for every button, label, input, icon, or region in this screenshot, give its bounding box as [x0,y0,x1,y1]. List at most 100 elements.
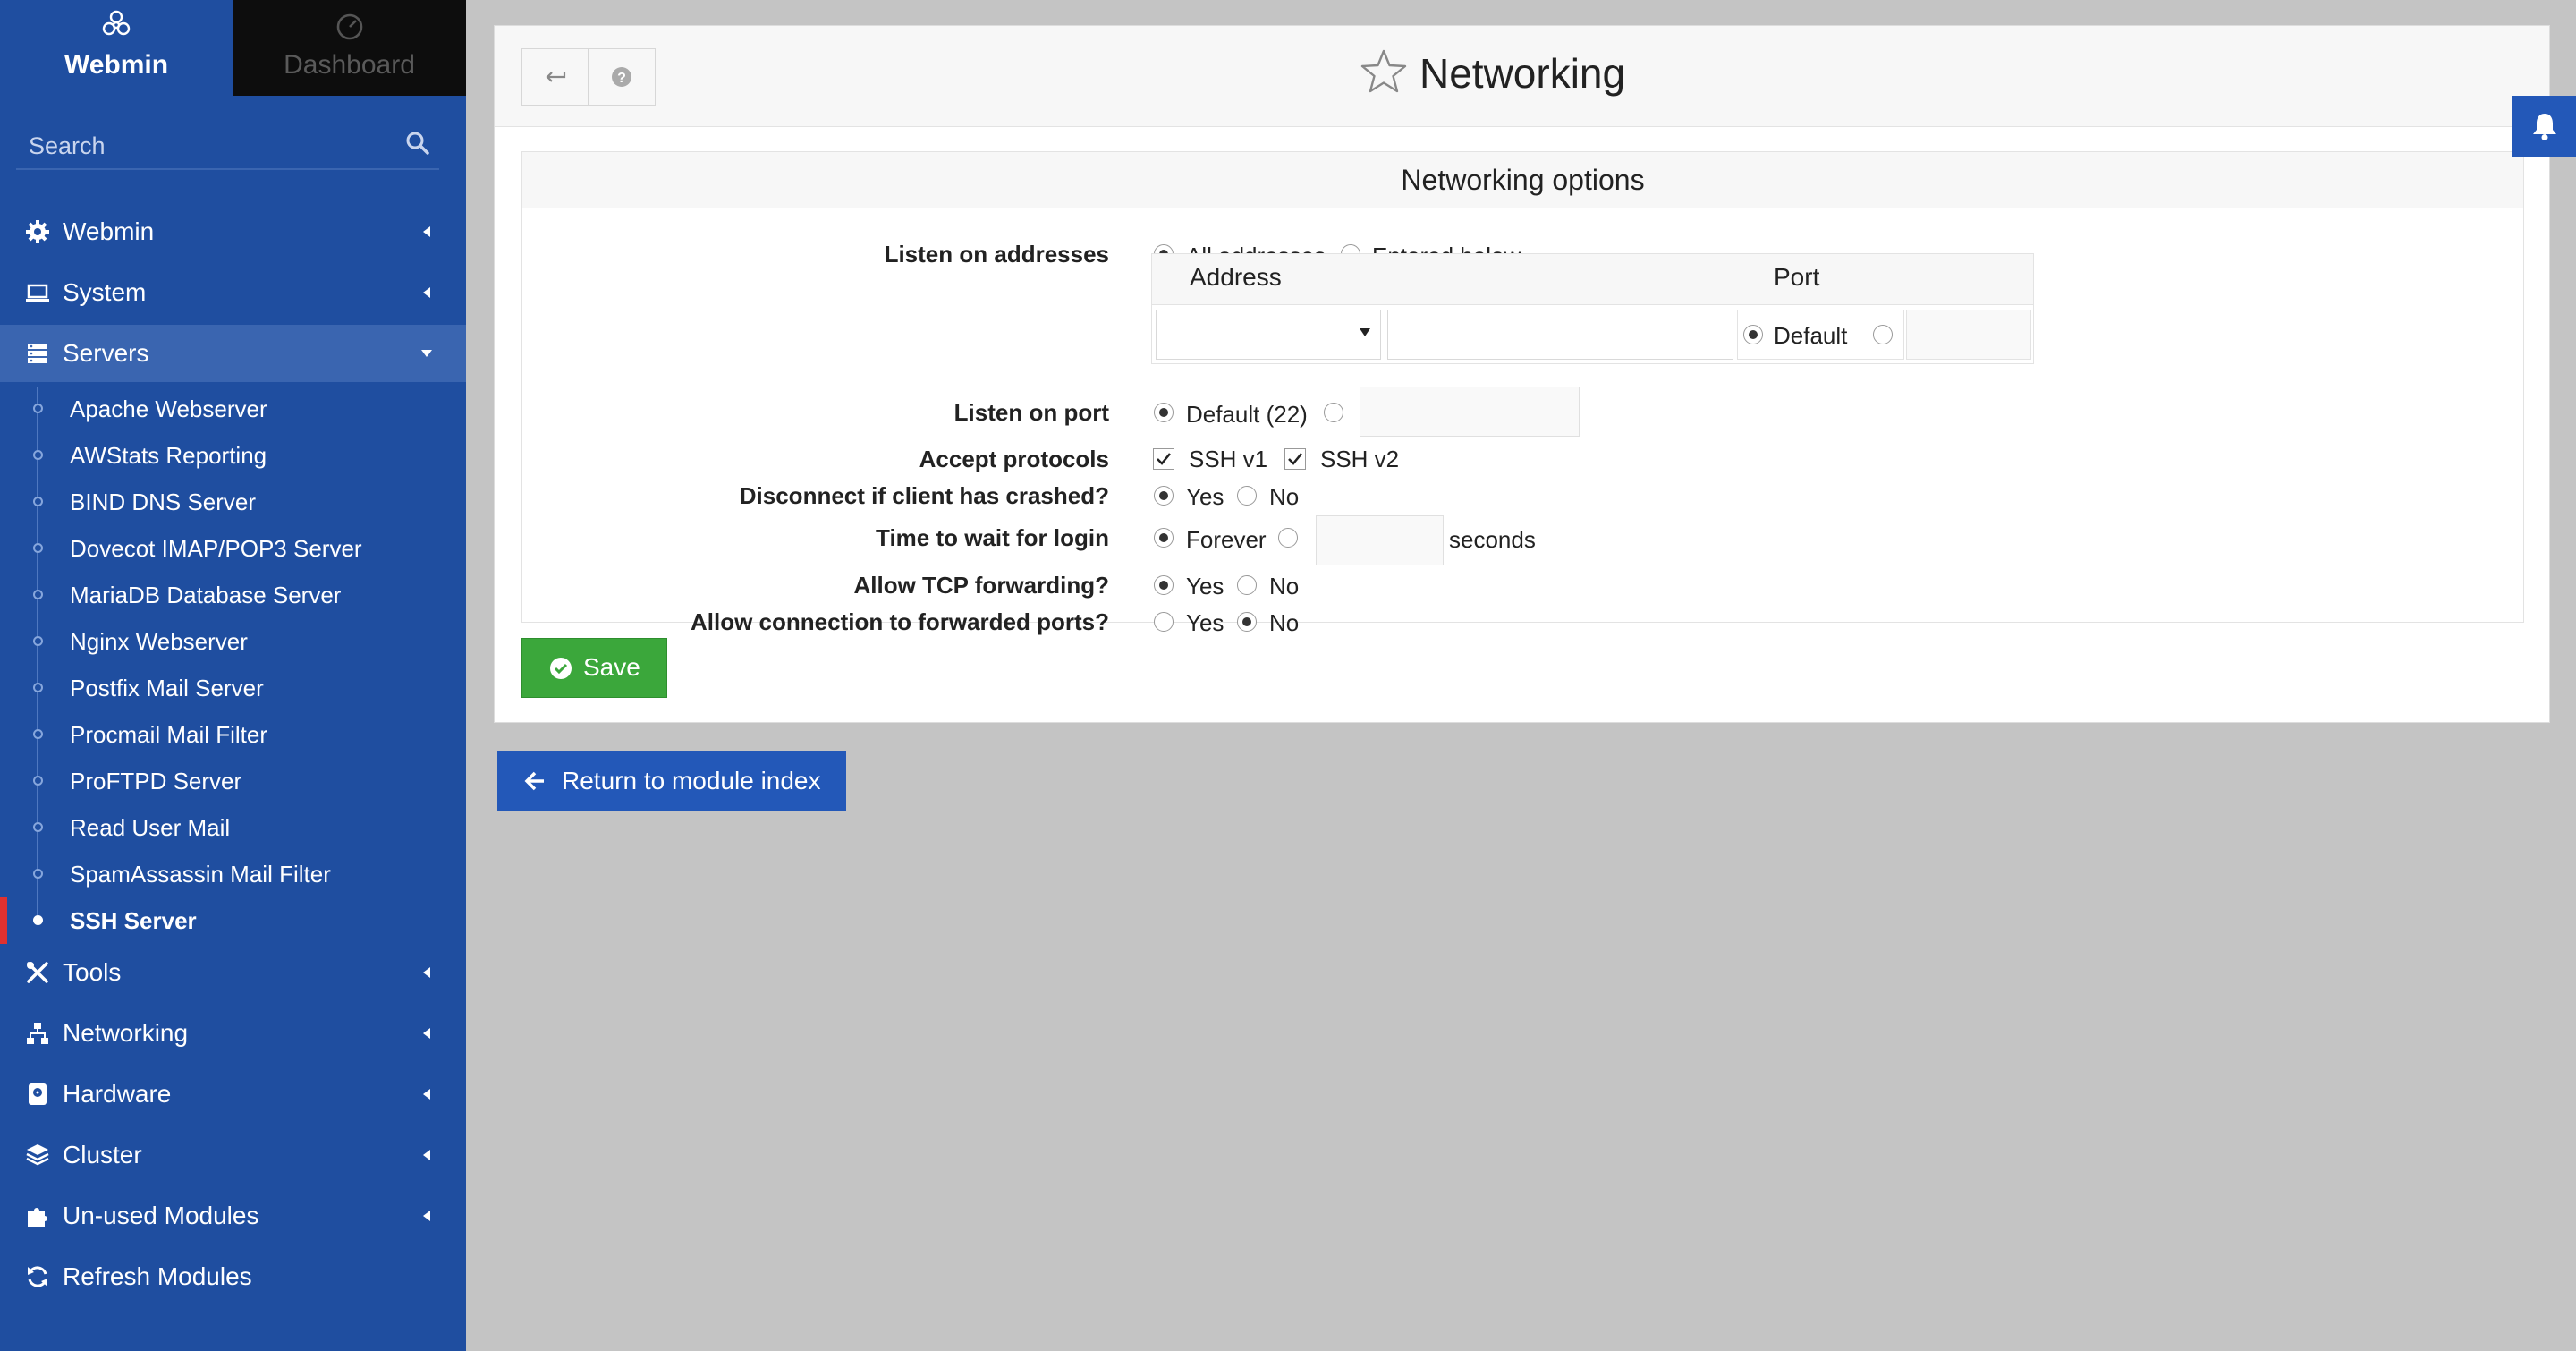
star-icon[interactable] [1359,47,1409,98]
tcp-forwarding-yes-radio[interactable] [1154,575,1174,595]
caret-left-icon [423,1150,430,1160]
login-wait-input[interactable] [1316,515,1444,565]
ssh-v1-text: SSH v1 [1189,446,1268,472]
sidebar-item-hardware[interactable]: Hardware [0,1066,466,1123]
save-button[interactable]: Save [521,638,667,698]
bullet-icon [33,497,43,506]
port-column-header: Port [1774,263,1820,291]
listen-addresses-label: Listen on addresses [884,241,1109,268]
bullet-icon [33,822,43,832]
search-input[interactable] [27,127,388,165]
webmin-logo-icon [102,10,131,36]
sidebar-item-cluster[interactable]: Cluster [0,1126,466,1184]
sidebar-item-unused-modules[interactable]: Un-used Modules [0,1187,466,1245]
sidebar-item-servers[interactable]: Servers [0,325,466,382]
bullet-icon [33,404,43,413]
sidebar-subitem-label: AWStats Reporting [70,442,267,469]
notifications-button[interactable] [2512,96,2576,157]
disconnect-no-radio[interactable] [1237,486,1257,506]
server-icon [28,344,47,363]
sidebar-subitem-label: SSH Server [70,907,197,934]
bullet-icon [33,450,43,460]
port-input[interactable] [1906,310,2031,360]
section-title: Networking options [522,152,2523,208]
port-default-text: Default [1774,322,1848,349]
help-button[interactable]: ? [588,48,656,106]
page-header: ? Networking [495,26,2549,127]
sidebar-subitem[interactable]: Nginx Webserver [0,617,466,664]
sidebar-subitem[interactable]: Read User Mail [0,803,466,850]
sidebar-subitem-label: Read User Mail [70,814,231,841]
login-wait-forever-radio[interactable] [1154,528,1174,548]
sidebar-item-tools[interactable]: Tools [0,944,466,1001]
dropdown-caret-icon [1360,328,1370,336]
forwarded-ports-no-radio[interactable] [1237,612,1257,632]
ssh-v2-checkbox[interactable] [1284,448,1306,470]
port-default-radio[interactable] [1743,325,1763,344]
forwarded-ports-no-text: No [1269,609,1300,636]
listen-port-default-text: Default (22) [1186,401,1308,428]
sidebar-search [16,122,439,170]
sidebar-item-system[interactable]: System [0,264,466,321]
sidebar-subitem[interactable]: Dovecot IMAP/POP3 Server [0,524,466,571]
tab-webmin-label: Webmin [64,50,169,80]
sidebar-item-label: Hardware [63,1080,172,1108]
network-icon [27,1023,48,1044]
login-wait-label: Time to wait for login [876,524,1109,551]
tcp-forwarding-no-radio[interactable] [1237,575,1257,595]
bullet-icon [33,590,43,599]
sidebar-subitem[interactable]: Apache Webserver [0,385,466,431]
sidebar-subitem-label: ProFTPD Server [70,768,242,794]
forwarded-ports-yes-radio[interactable] [1154,612,1174,632]
svg-text:?: ? [617,71,626,86]
puzzle-icon [28,1208,47,1227]
networking-options-section: Networking options Listen on addresses A… [521,151,2524,636]
sidebar-subitem-label: BIND DNS Server [70,489,257,515]
sidebar-item-label: Cluster [63,1141,142,1168]
sidebar-item-webmin[interactable]: Webmin [0,203,466,260]
return-button-label: Return to module index [562,767,821,794]
sidebar-subitem[interactable]: MariaDB Database Server [0,571,466,617]
login-wait-custom-radio[interactable] [1278,528,1298,548]
listen-port-input[interactable] [1360,387,1580,437]
sidebar-subitem-ssh-server[interactable]: SSH Server [0,896,466,943]
listen-port-default-radio[interactable] [1154,403,1174,422]
address-family-select[interactable] [1156,310,1381,360]
accept-protocols-label: Accept protocols [919,446,1109,472]
caret-left-icon [423,1028,430,1039]
gear-icon [26,220,49,243]
sidebar-subitem[interactable]: AWStats Reporting [0,431,466,478]
main-panel: ? Networking Networking options Listen o… [494,25,2550,723]
dashboard-gauge-icon [336,13,362,40]
tab-dashboard[interactable]: Dashboard [233,0,466,96]
sidebar-item-label: System [63,278,147,306]
sidebar-subitem-label: Postfix Mail Server [70,675,264,701]
bullet-icon [33,683,43,692]
search-icon[interactable] [405,131,430,156]
tab-webmin[interactable]: Webmin [0,0,233,96]
return-to-module-index-button[interactable]: Return to module index [497,751,846,811]
sidebar-subitem[interactable]: BIND DNS Server [0,478,466,524]
disconnect-yes-radio[interactable] [1154,486,1174,506]
bullet-icon [33,729,43,739]
checkmark-icon [1157,453,1171,465]
listen-port-custom-radio[interactable] [1324,403,1343,422]
sidebar-subitem-label: Nginx Webserver [70,628,248,655]
port-custom-radio[interactable] [1873,325,1893,344]
sidebar-item-networking[interactable]: Networking [0,1005,466,1062]
ssh-v1-checkbox[interactable] [1153,448,1174,470]
sidebar-subitem[interactable]: Postfix Mail Server [0,664,466,710]
caret-left-icon [423,287,430,298]
bullet-icon [33,776,43,786]
address-table-header: Address Port [1152,254,2033,305]
sidebar-item-label: Webmin [63,217,155,245]
sidebar-subitem[interactable]: Procmail Mail Filter [0,710,466,757]
sidebar-item-label: Networking [63,1019,189,1047]
sidebar-subitem-label: Dovecot IMAP/POP3 Server [70,535,362,562]
back-button[interactable] [521,48,589,106]
tcp-forwarding-no-text: No [1269,573,1300,599]
sidebar-item-refresh-modules[interactable]: Refresh Modules [0,1248,466,1305]
sidebar-subitem[interactable]: ProFTPD Server [0,757,466,803]
sidebar-subitem[interactable]: SpamAssassin Mail Filter [0,850,466,896]
address-input[interactable] [1387,310,1733,360]
